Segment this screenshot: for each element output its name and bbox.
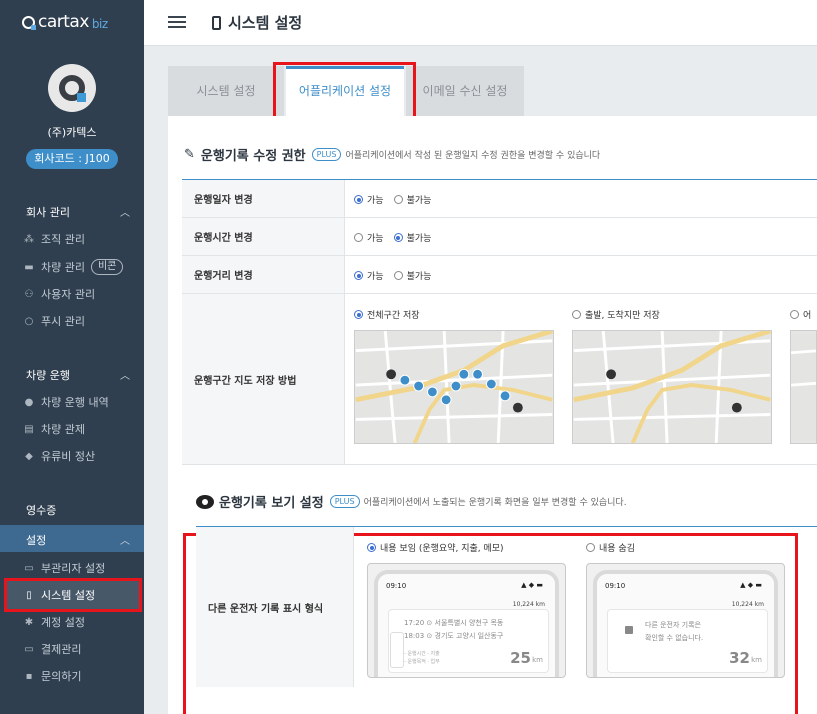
menu-icon[interactable] bbox=[168, 16, 186, 30]
car-icon: ▬ bbox=[24, 261, 34, 273]
chevron-up-icon: ︿ bbox=[120, 208, 130, 219]
radio-map-other[interactable]: 어 bbox=[790, 308, 811, 321]
map-other-route bbox=[790, 330, 817, 444]
sidebar-item-vehicle-control[interactable]: ▤ 차량 관제 bbox=[22, 421, 142, 437]
view-settings-table: 다른 운전자 기록 표시 형식 내용 보임 (운행요약, 지출, 메모) 내용 … bbox=[196, 526, 817, 687]
preview-content-hidden: 09:10 ▲ ◆ ▬ 10,224 km 다른 운전자 기록은 확인할 수 없… bbox=[586, 563, 785, 678]
settings-panel: ✎ 운행기록 수정 권한 PLUS 어플리케이션에서 작성 된 운행일지 수정 … bbox=[168, 116, 817, 714]
page-title: 시스템 설정 bbox=[212, 12, 302, 33]
chevron-up-icon: ︿ bbox=[120, 536, 130, 547]
table-row: 운행시간 변경 가능 불가능 bbox=[182, 218, 817, 256]
card-icon: ▭ bbox=[24, 643, 34, 655]
phone-icon: ▯ bbox=[26, 589, 32, 601]
pin-icon: ● bbox=[24, 396, 34, 408]
company-name: (주)카텍스 bbox=[47, 126, 97, 139]
chevron-up-icon: ︿ bbox=[120, 371, 130, 382]
section-edit-permission-header: ✎ 운행기록 수정 권한 PLUS 어플리케이션에서 작성 된 운행일지 수정 … bbox=[184, 147, 601, 164]
sidebar-item-org[interactable]: ⁂ 조직 관리 bbox=[22, 231, 142, 247]
sidebar-item-vehicles[interactable]: ▬ 차량 관리 비콘 bbox=[22, 259, 142, 275]
map-icon: ▤ bbox=[24, 423, 34, 435]
logo-mark-icon bbox=[22, 15, 36, 30]
main-content: 시스템 설정 어플리케이션 설정 이메일 수신 설정 ✎ 운행기록 수정 권한 … bbox=[168, 62, 817, 714]
end-line: 18:03 ⊙ 경기도 고양시 일산동구 bbox=[404, 632, 504, 640]
radio-date-allow[interactable]: 가능 bbox=[354, 193, 384, 206]
table-row: 운행일자 변경 가능 불가능 bbox=[182, 180, 817, 218]
radio-distance-deny[interactable]: 불가능 bbox=[393, 269, 431, 282]
logo-suffix: biz bbox=[91, 17, 108, 31]
tab-email[interactable]: 이메일 수신 설정 bbox=[406, 66, 524, 116]
company-code-badge: 회사코드 : J100 bbox=[26, 149, 118, 169]
map-endpoints-route bbox=[572, 330, 772, 444]
org-icon: ⁂ bbox=[24, 233, 34, 245]
radio-content-shown[interactable]: 내용 보임 (운행요약, 지출, 메모) bbox=[367, 541, 504, 554]
plus-badge: PLUS bbox=[329, 495, 360, 508]
plus-badge: PLUS bbox=[311, 148, 342, 161]
company-avatar bbox=[48, 64, 96, 112]
section-view-settings-header: 운행기록 보기 설정 PLUS 어플리케이션에서 노출되는 운행기록 화면을 일… bbox=[196, 492, 627, 511]
status-icons: ▲ ◆ ▬ bbox=[740, 581, 762, 589]
phone-icon bbox=[212, 15, 221, 30]
section-receipts[interactable]: 영수증 bbox=[26, 502, 130, 518]
message-icon: ▪ bbox=[25, 670, 33, 682]
sidebar-item-account[interactable]: ✱ 계정 설정 bbox=[22, 614, 142, 630]
sidebar-item-push[interactable]: ○ 푸시 관리 bbox=[22, 313, 142, 329]
radio-time-deny[interactable]: 불가능 bbox=[393, 231, 431, 244]
radio-time-allow[interactable]: 가능 bbox=[354, 231, 384, 244]
preview-content-shown: 09:10 ▲ ◆ ▬ 10,224 km 17:20 ⊙ 서울특별시 양천구 … bbox=[367, 563, 566, 678]
side-icons bbox=[390, 632, 404, 668]
pencil-icon: ✎ bbox=[184, 147, 195, 162]
radio-content-hidden[interactable]: 내용 숨김 bbox=[586, 541, 635, 554]
sidebar-item-sub-admin[interactable]: ▭ 부관리자 설정 bbox=[22, 560, 142, 576]
sidebar-item-inquiry[interactable]: ▪ 문의하기 bbox=[22, 668, 142, 684]
tab-system[interactable]: 시스템 설정 bbox=[168, 66, 284, 116]
radio-map-full[interactable]: 전체구간 저장 bbox=[354, 308, 420, 321]
sidebar-item-system-settings[interactable]: ▯ 시스템 설정 bbox=[22, 587, 142, 603]
sidebar-item-trip-history[interactable]: ● 차량 운행 내역 bbox=[22, 394, 142, 410]
section-vehicle-operation[interactable]: 차량 운행 ︿ bbox=[26, 367, 130, 383]
section-company-management[interactable]: 회사 관리 ︿ bbox=[26, 204, 130, 220]
beacon-badge[interactable]: 비콘 bbox=[90, 259, 124, 275]
map-full-route bbox=[354, 330, 554, 444]
eye-icon bbox=[196, 494, 214, 509]
sidebar-item-billing[interactable]: ▭ 결제관리 bbox=[22, 641, 142, 657]
start-line: 17:20 ⊙ 서울특별시 양천구 목동 bbox=[404, 619, 504, 627]
radio-date-deny[interactable]: 불가능 bbox=[393, 193, 431, 206]
drop-icon: ◆ bbox=[25, 450, 33, 462]
users-icon: ⚇ bbox=[24, 288, 34, 300]
lock-icon bbox=[625, 626, 633, 634]
edit-permission-table: 운행일자 변경 가능 불가능 운행시간 변경 가능 불가능 운행거리 변경 가능… bbox=[182, 179, 817, 465]
logo-text: cartax bbox=[38, 12, 89, 32]
status-icons: ▲ ◆ ▬ bbox=[521, 581, 543, 589]
monitor-icon: ▭ bbox=[24, 562, 34, 574]
sidebar-item-fuel[interactable]: ◆ 유류비 정산 bbox=[22, 448, 142, 464]
sidebar: cartax biz (주)카텍스 회사코드 : J100 회사 관리 ︿ ⁂ 조직… bbox=[0, 0, 144, 714]
cartax-logo[interactable]: cartax biz bbox=[22, 12, 108, 32]
chat-icon: ○ bbox=[24, 315, 34, 327]
section-settings[interactable]: 설정 ︿ bbox=[0, 525, 144, 552]
radio-distance-allow[interactable]: 가능 bbox=[354, 269, 384, 282]
table-row: 운행구간 지도 저장 방법 전체구간 저장 출발, 도착지만 저장 어 bbox=[182, 294, 817, 465]
tab-bar: 시스템 설정 어플리케이션 설정 이메일 수신 설정 bbox=[168, 62, 817, 125]
table-row: 운행거리 변경 가능 불가능 bbox=[182, 256, 817, 294]
sidebar-item-users[interactable]: ⚇ 사용자 관리 bbox=[22, 286, 142, 302]
gear-icon: ✱ bbox=[24, 616, 34, 628]
radio-map-endpoints[interactable]: 출발, 도착지만 저장 bbox=[572, 308, 660, 321]
top-header: 시스템 설정 bbox=[144, 0, 817, 46]
